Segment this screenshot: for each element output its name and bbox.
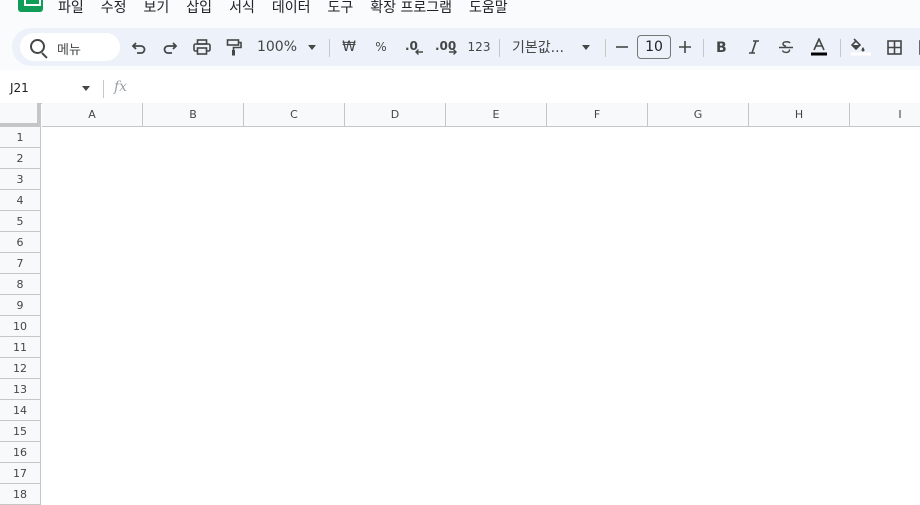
menu-items: 파일 수정 보기 삽입 서식 데이터 도구 확장 프로그램 도움말: [58, 0, 525, 18]
zoom-value[interactable]: 100%: [256, 28, 298, 66]
column-header[interactable]: B: [143, 103, 244, 127]
chevron-down-icon: [582, 45, 590, 50]
borders-button[interactable]: [882, 28, 906, 66]
toolbar-divider: [840, 39, 841, 57]
menu-item[interactable]: 확장 프로그램: [370, 0, 452, 18]
row-header[interactable]: 16: [0, 442, 41, 463]
row-header[interactable]: 4: [0, 190, 41, 211]
increase-decimal-button[interactable]: .00: [433, 28, 461, 66]
menu-item[interactable]: 도움말: [469, 0, 508, 18]
column-header[interactable]: F: [547, 103, 648, 127]
fx-icon: fx: [114, 79, 127, 95]
menu-item[interactable]: 보기: [144, 0, 170, 18]
row-header[interactable]: 14: [0, 400, 41, 421]
row-header[interactable]: 1: [0, 127, 41, 148]
svg-text:B: B: [716, 40, 727, 54]
increase-font-size-button[interactable]: [675, 28, 695, 66]
column-header[interactable]: H: [749, 103, 850, 127]
menu-item[interactable]: 서식: [229, 0, 255, 18]
menu-item[interactable]: 삽입: [186, 0, 212, 18]
text-color-icon: [811, 38, 827, 56]
plus-icon: [679, 41, 691, 53]
menu-item[interactable]: 도구: [327, 0, 353, 18]
svg-text:.0: .0: [405, 39, 418, 53]
strikethrough-icon: [779, 40, 793, 54]
increase-decimal-icon: .00: [435, 39, 459, 55]
search-icon: [30, 39, 45, 54]
sheets-logo-icon[interactable]: [18, 0, 43, 12]
font-size-input[interactable]: 10: [637, 35, 671, 59]
paint-format-button[interactable]: [222, 28, 246, 66]
column-header[interactable]: G: [648, 103, 749, 127]
zoom-dropdown-button[interactable]: [304, 28, 320, 66]
search-menus-label: 메뉴: [57, 39, 81, 58]
row-header[interactable]: 17: [0, 463, 41, 484]
print-button[interactable]: [190, 28, 214, 66]
paint-format-icon: [226, 39, 242, 56]
more-formats-button[interactable]: 123: [466, 28, 492, 66]
column-header[interactable]: I: [850, 103, 920, 127]
menu-item[interactable]: 데이터: [272, 0, 311, 18]
column-header[interactable]: E: [446, 103, 547, 127]
row-header[interactable]: 13: [0, 379, 41, 400]
minus-icon: [616, 41, 628, 53]
borders-icon: [887, 40, 902, 55]
bold-icon: B: [716, 40, 728, 54]
fill-color-button[interactable]: [848, 28, 874, 66]
currency-format-button[interactable]: ₩: [338, 28, 360, 66]
redo-button[interactable]: [159, 28, 181, 66]
row-header[interactable]: 7: [0, 253, 41, 274]
row-header[interactable]: 2: [0, 148, 41, 169]
strikethrough-button[interactable]: [775, 28, 797, 66]
toolbar-divider: [703, 39, 704, 57]
row-header[interactable]: 15: [0, 421, 41, 442]
chevron-down-icon: [308, 45, 316, 50]
column-header[interactable]: A: [42, 103, 143, 127]
row-header[interactable]: 8: [0, 274, 41, 295]
formula-bar: J21 fx: [0, 74, 920, 103]
toolbar-divider: [499, 39, 500, 57]
row-header[interactable]: 9: [0, 295, 41, 316]
decrease-font-size-button[interactable]: [612, 28, 632, 66]
undo-icon: [131, 39, 147, 55]
italic-button[interactable]: [743, 28, 765, 66]
font-dropdown-button[interactable]: [578, 28, 594, 66]
svg-text:.00: .00: [435, 39, 456, 53]
decrease-decimal-icon: .0: [404, 39, 426, 55]
name-box[interactable]: J21: [10, 81, 29, 95]
cell-grid[interactable]: [41, 127, 920, 496]
merge-cells-button[interactable]: [914, 28, 920, 66]
column-header[interactable]: C: [244, 103, 345, 127]
decrease-decimal-button[interactable]: .0: [402, 28, 428, 66]
row-header[interactable]: 5: [0, 211, 41, 232]
formula-bar-divider: [103, 80, 104, 98]
search-menus-button[interactable]: 메뉴: [20, 33, 120, 61]
italic-icon: [748, 40, 760, 54]
redo-icon: [162, 39, 178, 55]
printer-icon: [193, 39, 211, 55]
toolbar: 메뉴 100% ₩ % .0 .00 123 기본값...: [12, 28, 920, 66]
menu-item[interactable]: 파일: [58, 0, 84, 18]
row-header[interactable]: 6: [0, 232, 41, 253]
text-color-button[interactable]: [806, 28, 832, 66]
row-header[interactable]: 12: [0, 358, 41, 379]
toolbar-area: 메뉴 100% ₩ % .0 .00 123 기본값...: [0, 24, 920, 70]
bold-button[interactable]: B: [711, 28, 733, 66]
chevron-down-icon[interactable]: [82, 86, 90, 91]
row-header[interactable]: 10: [0, 316, 41, 337]
column-header[interactable]: D: [345, 103, 446, 127]
row-header[interactable]: 3: [0, 169, 41, 190]
row-header[interactable]: 11: [0, 337, 41, 358]
paint-bucket-icon: [851, 38, 871, 56]
toolbar-divider: [605, 39, 606, 57]
menu-bar: 파일 수정 보기 삽입 서식 데이터 도구 확장 프로그램 도움말: [0, 0, 920, 24]
toolbar-divider: [329, 39, 330, 57]
percent-format-button[interactable]: %: [370, 28, 392, 66]
row-header[interactable]: 18: [0, 484, 41, 505]
menu-item[interactable]: 수정: [101, 0, 127, 18]
undo-button[interactable]: [128, 28, 150, 66]
font-select[interactable]: 기본값...: [512, 28, 572, 66]
select-all-corner[interactable]: [0, 103, 41, 127]
